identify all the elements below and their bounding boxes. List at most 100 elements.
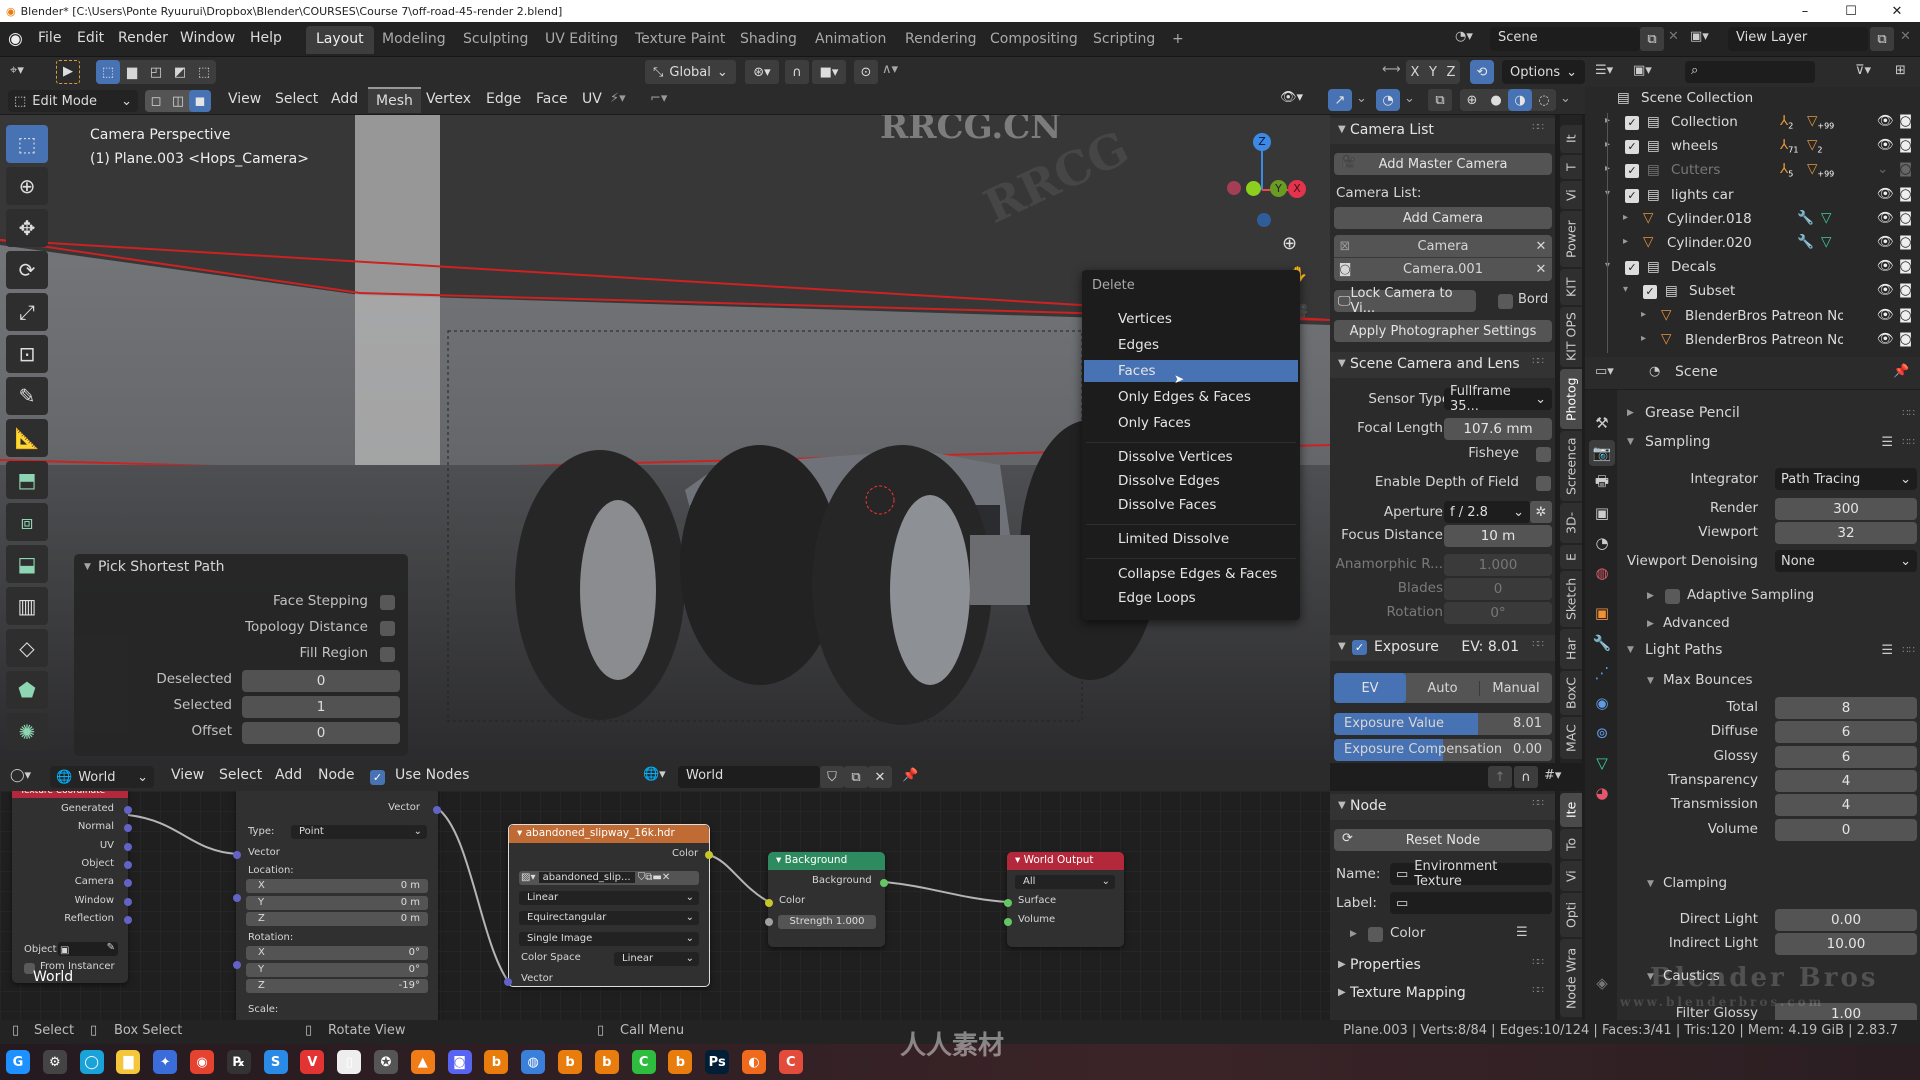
output-properties-tab-icon[interactable]: 🖶: [1589, 470, 1615, 496]
direct-light-field[interactable]: 0.00: [1775, 909, 1917, 931]
delete-vertices-item[interactable]: Vertices: [1084, 308, 1298, 330]
properties-panel-header[interactable]: ▶ Properties ∷∷: [1330, 953, 1555, 979]
texcoord-output-socket[interactable]: [124, 842, 132, 851]
node-editor-canvas[interactable]: Texture Coordinate Generated Normal UV O…: [0, 791, 1330, 1020]
focus-distance-field[interactable]: 10 m: [1444, 525, 1552, 547]
world-tab-icon[interactable]: ◍: [1589, 560, 1615, 586]
use-nodes-checkbox[interactable]: ✓: [370, 770, 385, 785]
delete-only-edges-faces-item[interactable]: Only Edges & Faces: [1084, 386, 1298, 408]
lock-camera-to-view-button[interactable]: 🖵 Lock Camera to Vi...: [1334, 286, 1476, 316]
adaptive-sampling-checkbox[interactable]: [1665, 589, 1680, 604]
integrator-dropdown[interactable]: Path Tracing ⌄: [1775, 468, 1917, 490]
drag-grip-icon[interactable]: ∷∷: [1532, 356, 1544, 367]
source-dropdown[interactable]: Single Image ⌄: [519, 932, 699, 946]
modifier-wrench-icon[interactable]: 🔧: [1797, 234, 1814, 250]
add-master-camera-button[interactable]: 🎥 Add Master Camera: [1334, 153, 1552, 175]
material-tab-icon[interactable]: ◕: [1589, 780, 1615, 806]
object-tab-icon[interactable]: ▣: [1589, 600, 1615, 626]
shader-type-dropdown[interactable]: 🌐 World ⌄: [50, 766, 154, 788]
maximize-button[interactable]: ☐: [1828, 0, 1874, 22]
render-samples-field[interactable]: 300: [1775, 498, 1917, 520]
rotate-tool[interactable]: ⟳: [6, 251, 48, 289]
taskbar-app-icon[interactable]: b: [668, 1050, 693, 1074]
sidebar-tab-kit-ops[interactable]: KIT OPS: [1560, 307, 1582, 367]
node-label-field[interactable]: ▭: [1390, 892, 1552, 914]
taskbar-app-icon[interactable]: b: [558, 1050, 582, 1074]
edge-loops-item[interactable]: Edge Loops: [1084, 587, 1298, 609]
physics-tab-icon[interactable]: ◉: [1589, 690, 1615, 716]
snap-uv-icon[interactable]: ⚡▾: [610, 91, 626, 106]
texcoord-output-socket[interactable]: [124, 897, 132, 906]
menu-edit[interactable]: Edit: [77, 30, 104, 46]
drag-grip-icon[interactable]: ∷∷: [1902, 437, 1915, 448]
drag-grip-icon[interactable]: ∷∷: [1532, 639, 1544, 650]
indirect-light-field[interactable]: 10.00: [1775, 933, 1917, 955]
taskbar-app-icon[interactable]: ◉: [190, 1050, 214, 1074]
mapping-rot-field[interactable]: Z -19°: [246, 979, 428, 993]
include-checkbox[interactable]: ✓: [1625, 116, 1639, 130]
scene-camera-panel-header[interactable]: ▼ Scene Camera and Lens ∷∷: [1330, 352, 1555, 378]
menu-mesh[interactable]: Mesh: [368, 87, 421, 113]
outliner-scene-collection[interactable]: ▤ Scene Collection: [1585, 87, 1920, 111]
delete-scene-icon[interactable]: ✕: [1668, 29, 1679, 44]
fill-region-checkbox[interactable]: [380, 647, 395, 662]
taskbar-app-icon[interactable]: ✦: [153, 1050, 178, 1074]
select-new-icon[interactable]: ⬚: [96, 60, 120, 84]
include-checkbox[interactable]: ✓: [1625, 164, 1639, 179]
mirror-icon[interactable]: ⟷: [1382, 62, 1401, 77]
collapsed-triangle-icon[interactable]: ▶: [1350, 929, 1357, 939]
menu-uv[interactable]: UV: [582, 91, 602, 107]
exposure-compensation-slider[interactable]: Exposure Compensation 0.00: [1334, 739, 1552, 761]
render-camera-icon[interactable]: ◙: [1899, 113, 1912, 129]
overlays-toggle-icon[interactable]: ◔: [1376, 89, 1400, 111]
node-color-checkbox[interactable]: [1368, 927, 1383, 942]
presets-icon[interactable]: ☰: [1881, 643, 1893, 658]
loop-cut-tool[interactable]: ▥: [6, 587, 48, 625]
data-tab-icon[interactable]: ▽: [1589, 750, 1615, 776]
include-checkbox[interactable]: ✓: [1643, 285, 1657, 300]
bounce-field[interactable]: 6: [1775, 721, 1917, 744]
node-menu-select[interactable]: Select: [219, 767, 262, 783]
gizmo-neg-x[interactable]: [1227, 181, 1241, 195]
taskbar-app-icon[interactable]: G: [6, 1050, 30, 1074]
blender-menu-icon[interactable]: ◉: [8, 29, 23, 49]
delete-view-layer-icon[interactable]: ✕: [1900, 29, 1911, 44]
collapsed-triangle-icon[interactable]: ▸: [1641, 333, 1646, 344]
render-camera-icon[interactable]: ◙: [1899, 137, 1912, 153]
texture-mapping-panel-header[interactable]: ▶ Texture Mapping ∷∷: [1330, 981, 1555, 1007]
rotation-input-socket[interactable]: [233, 961, 241, 969]
apply-photographer-settings-button[interactable]: Apply Photographer Settings: [1334, 320, 1552, 342]
modifier-tab-icon[interactable]: 🔧: [1589, 630, 1615, 656]
envtex-color-output-socket[interactable]: [705, 851, 713, 859]
visibility-eye-icon[interactable]: 👁: [1877, 210, 1894, 226]
menu-view[interactable]: View: [228, 91, 261, 107]
drag-grip-icon[interactable]: ∷∷: [1532, 122, 1544, 133]
taskbar-app-icon[interactable]: ▇: [116, 1050, 141, 1074]
unlink-world-icon[interactable]: ✕: [868, 766, 892, 788]
wireframe-shading-icon[interactable]: ⊕: [1460, 93, 1484, 108]
delete-only-faces-item[interactable]: Only Faces: [1084, 412, 1298, 434]
tab-uv-editing[interactable]: UV Editing: [535, 26, 628, 54]
bounce-field[interactable]: 4: [1775, 769, 1917, 792]
exposure-enable-checkbox[interactable]: ✓: [1352, 640, 1367, 655]
camera-inactive-icon[interactable]: ⊠: [1334, 239, 1356, 254]
include-checkbox[interactable]: ✓: [1625, 140, 1639, 155]
outliner-row[interactable]: ▸ ▽ Cylinder.020 🔧 ▽ 👁 ◙: [1585, 232, 1920, 256]
face-select-icon[interactable]: ◼: [189, 90, 211, 112]
menu-vertex[interactable]: Vertex: [426, 91, 471, 107]
view-layer-selector[interactable]: View Layer: [1728, 27, 1868, 51]
mirror-z-toggle[interactable]: Z: [1442, 65, 1460, 80]
bevel-tool[interactable]: ⬓: [6, 545, 48, 583]
render-camera-icon[interactable]: ◙: [1899, 234, 1912, 250]
mapping-vector-input-socket[interactable]: [233, 851, 241, 859]
mode-selector[interactable]: ⬚ Edit Mode ⌄: [8, 90, 138, 112]
volume-input-socket[interactable]: [1004, 918, 1012, 926]
taskbar-app-icon[interactable]: b: [594, 1050, 619, 1074]
expand-triangle-icon[interactable]: ▼: [1647, 879, 1654, 889]
menu-add[interactable]: Add: [331, 91, 358, 107]
gizmo-y-axis[interactable]: Y: [1270, 180, 1287, 197]
bounce-field[interactable]: 8: [1775, 697, 1917, 719]
snap-target-icon[interactable]: ■▾: [812, 60, 846, 84]
render-camera-icon[interactable]: ◙: [1899, 161, 1912, 177]
node-tab-tool[interactable]: To: [1560, 829, 1582, 859]
